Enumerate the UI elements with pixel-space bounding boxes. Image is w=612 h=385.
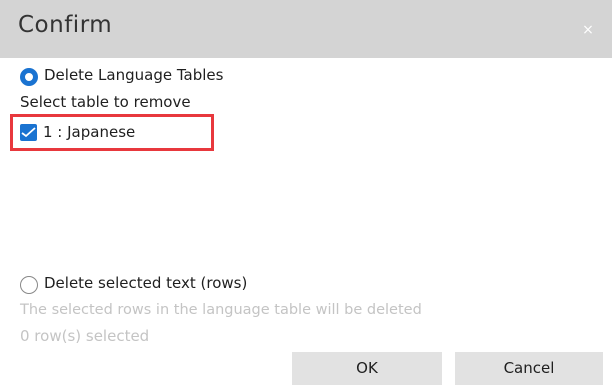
select-table-label: Select table to remove [20,93,191,111]
delete-rows-label[interactable]: Delete selected text (rows) [44,274,247,292]
table-item-label[interactable]: 1 : Japanese [43,123,135,141]
delete-rows-description: The selected rows in the language table … [20,302,422,318]
cancel-button[interactable]: Cancel [455,352,603,385]
dialog-title: Confirm [18,12,113,38]
table-checkbox[interactable] [20,124,37,141]
delete-tables-label[interactable]: Delete Language Tables [44,66,223,84]
title-bar: Confirm × [0,0,612,58]
rows-selected-count: 0 row(s) selected [20,327,150,345]
ok-button[interactable]: OK [292,352,442,385]
checkmark-icon [21,127,36,138]
close-icon[interactable]: × [580,22,596,38]
delete-tables-radio[interactable] [20,68,38,86]
delete-rows-radio[interactable] [20,276,38,294]
confirm-dialog: Confirm × Delete Language Tables Select … [0,0,612,385]
